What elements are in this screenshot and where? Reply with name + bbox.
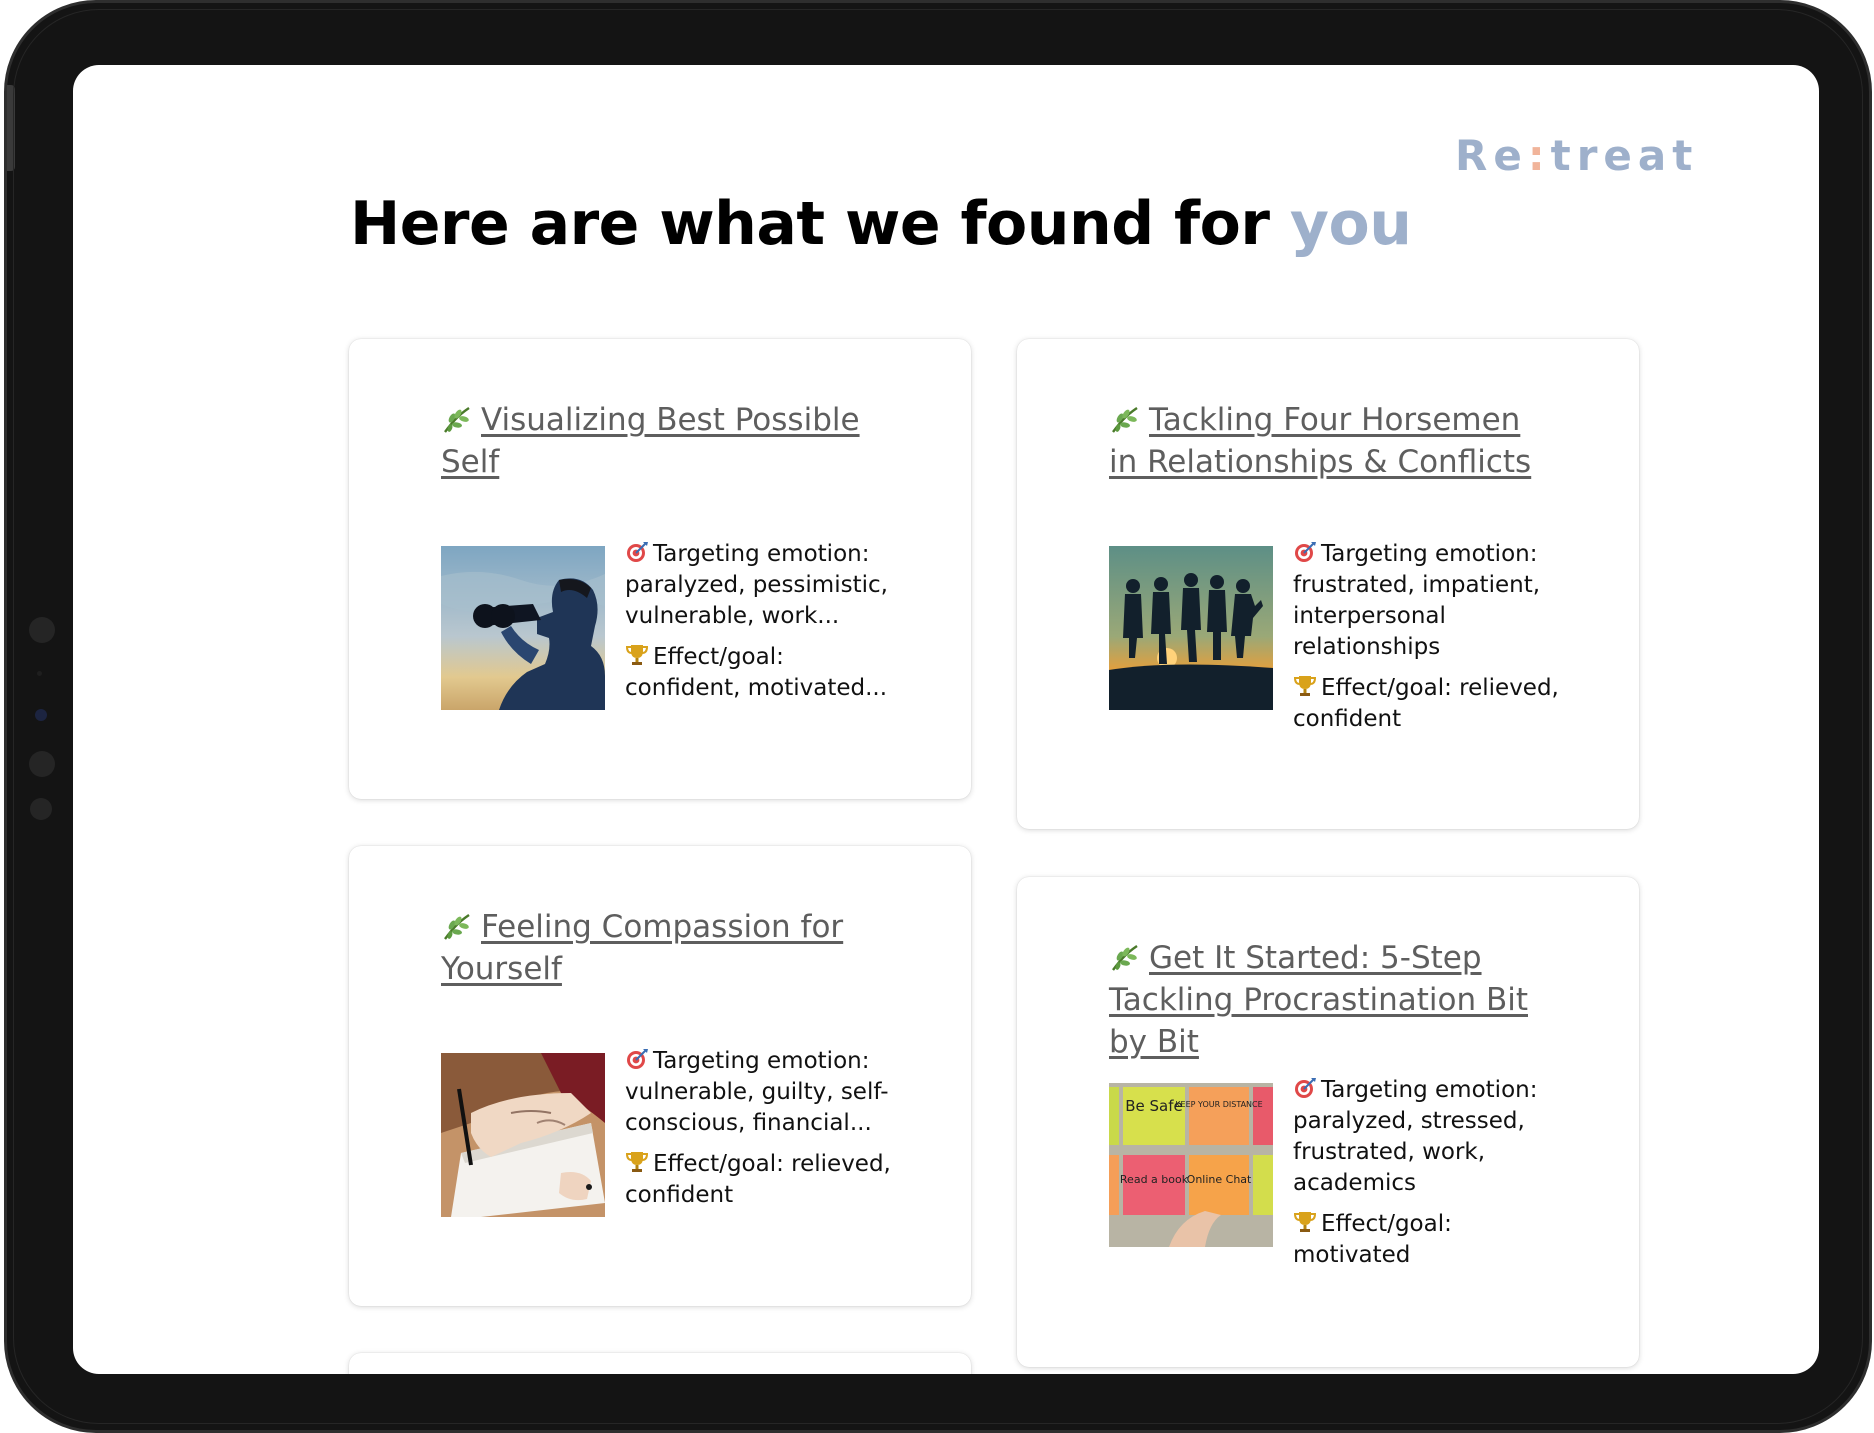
tablet-frame: Re:treat Here are what we found for you … [4,0,1872,1433]
sticky-note-text: Read a book [1120,1173,1189,1186]
activity-card[interactable]: Feeling Compassion for Yourself Targetin… [349,846,971,1306]
activity-card[interactable]: Tackling Four Horsemen in Relationships … [1017,339,1639,829]
leaf-icon [1112,945,1138,971]
target-icon [627,1049,648,1069]
effect-goal: Effect/goal: relieved, confident [625,1151,891,1208]
activity-title-link[interactable]: Tackling Four Horsemen in Relationships … [1109,399,1539,483]
effect-goal: Effect/goal: confident, motivated... [625,644,888,701]
activity-meta: Targeting emotion: paralyzed, pessimisti… [625,539,905,714]
leaf-icon [1112,407,1138,433]
activity-meta: Targeting emotion: vulnerable, guilty, s… [625,1046,905,1221]
sticky-note-text: KEEP YOUR DISTANCE [1175,1100,1262,1109]
activity-meta: Targeting emotion: paralyzed, stressed, … [1293,1075,1573,1281]
page-title-accent: you [1289,189,1412,259]
sticky-notes-photo: Be Safe KEEP YOUR DISTANCE Read a book O… [1109,1083,1273,1247]
trophy-icon [1293,1212,1317,1232]
activity-card[interactable]: Get It Started: 5-Step Tackling Procrast… [1017,877,1639,1367]
activity-card[interactable]: Visualizing Best Possible Self Targeting… [349,339,971,799]
sticky-note-text: Be Safe [1125,1097,1183,1115]
trophy-icon [1293,676,1317,696]
activity-title-text: Visualizing Best Possible Self [441,402,860,480]
activity-title-text: Feeling Compassion for Yourself [441,909,844,987]
trophy-icon [625,645,649,665]
sensor [29,617,55,643]
effect-goal: Effect/goal: relieved, confident [1293,675,1559,732]
targeting-emotion: Targeting emotion: vulnerable, guilty, s… [625,1048,889,1136]
brand-logo-mark: : [1527,131,1551,180]
target-icon [1295,1078,1316,1098]
activity-title-link[interactable]: Feeling Compassion for Yourself [441,906,871,990]
activity-title-link[interactable]: Visualizing Best Possible Self [441,399,871,483]
group-silhouette-sunset-photo [1109,546,1273,710]
activity-title-link[interactable]: Get It Started: 5-Step Tackling Procrast… [1109,937,1539,1063]
activity-card-partial[interactable] [349,1353,971,1374]
brand-logo-text: treat [1550,131,1699,180]
person-binoculars-photo [441,546,605,710]
front-camera [35,709,47,721]
targeting-emotion: Targeting emotion: paralyzed, stressed, … [1293,1077,1538,1196]
targeting-emotion: Targeting emotion: paralyzed, pessimisti… [625,541,888,629]
sensor [37,671,42,676]
brand-logo-text: Re [1455,131,1528,180]
app-screen: Re:treat Here are what we found for you … [73,65,1819,1374]
target-icon [627,542,648,562]
page-title-text: Here are what we found for [350,189,1290,259]
side-button [7,85,15,171]
leaf-icon [444,407,470,433]
hand-writing-notebook-photo [441,1053,605,1217]
effect-goal: Effect/goal: motivated [1293,1211,1452,1268]
sticky-note-text: Online Chat [1187,1173,1252,1186]
activity-title-text: Tackling Four Horsemen in Relationships … [1109,402,1532,480]
activity-title-text: Get It Started: 5-Step Tackling Procrast… [1109,940,1528,1060]
page-title: Here are what we found for you [350,189,1412,259]
trophy-icon [625,1152,649,1172]
brand-logo[interactable]: Re:treat [1455,131,1698,180]
targeting-emotion: Targeting emotion: frustrated, impatient… [1293,541,1541,660]
activity-meta: Targeting emotion: frustrated, impatient… [1293,539,1573,745]
leaf-icon [444,914,470,940]
sensor [29,751,55,777]
target-icon [1295,542,1316,562]
sensor [30,798,52,820]
